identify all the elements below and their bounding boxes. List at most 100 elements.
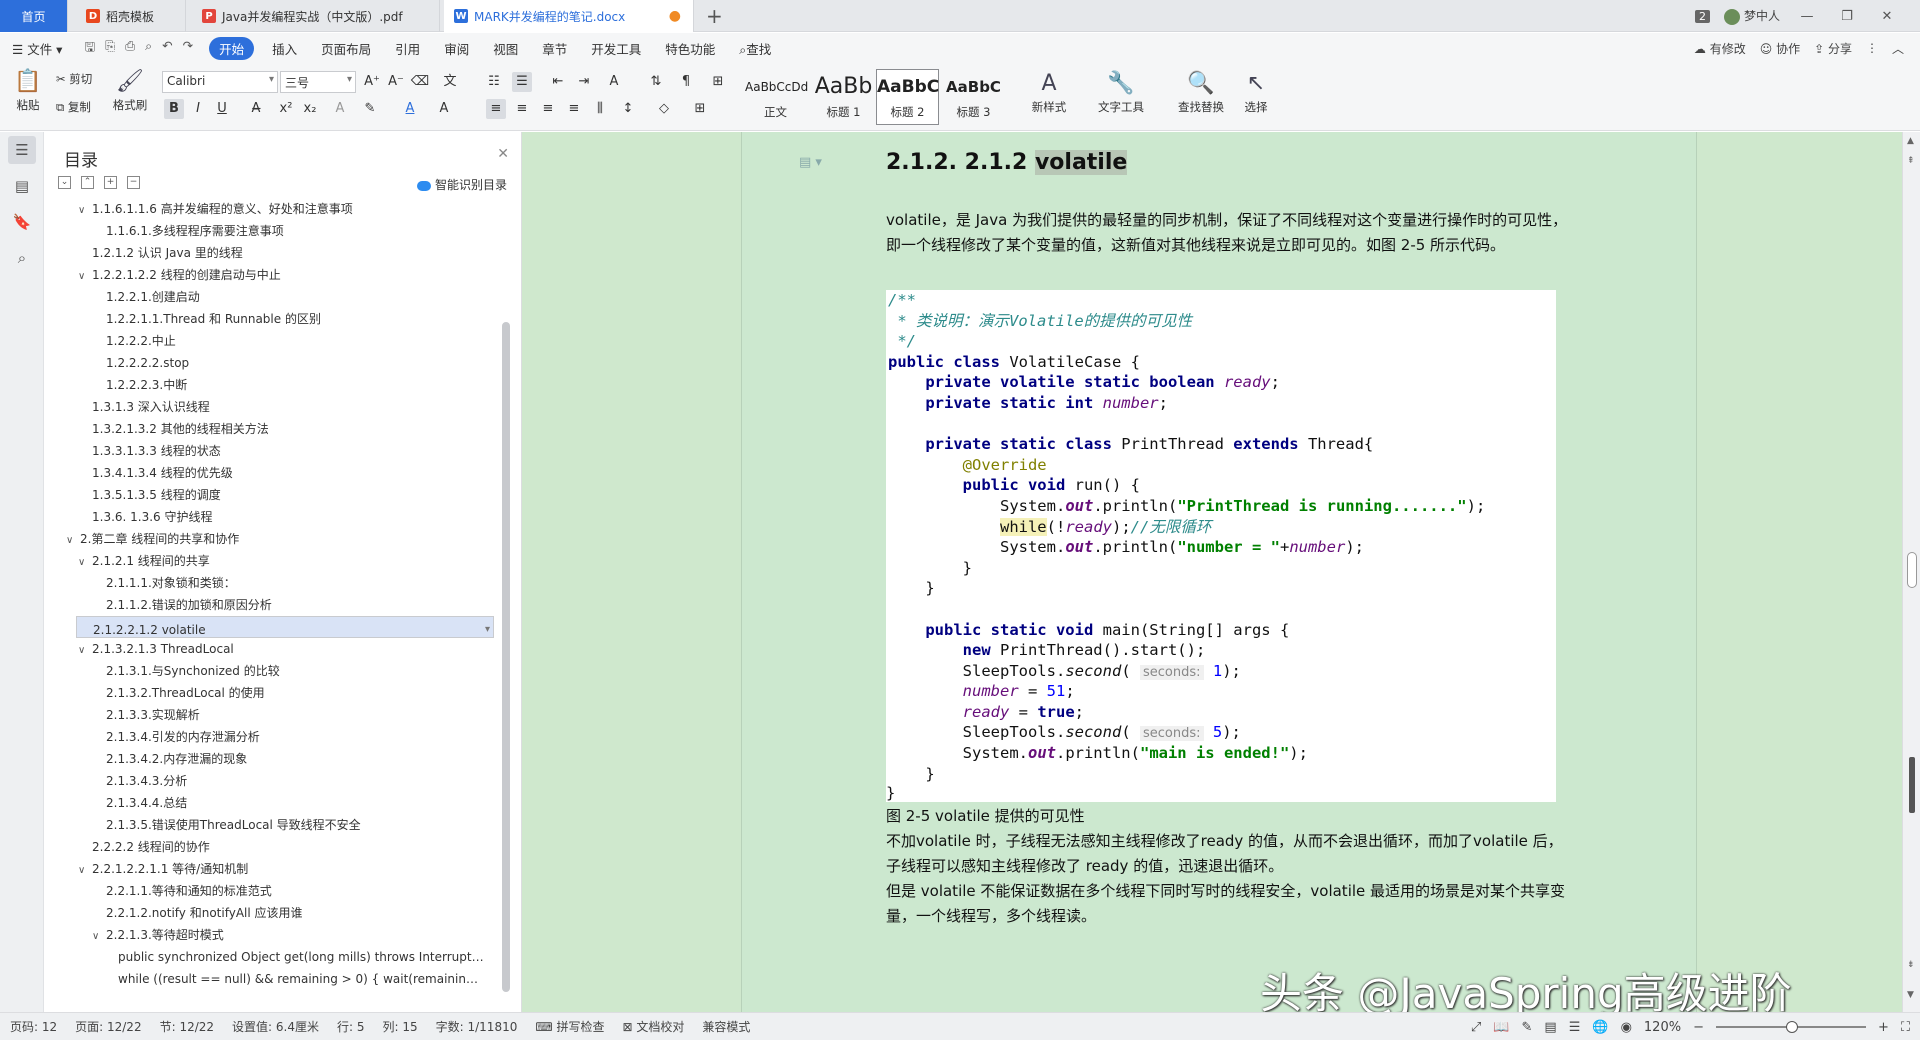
highlight-icon[interactable]: ✎ <box>360 99 380 119</box>
toc-item[interactable]: 1.3.2.1.3.2 其他的线程相关方法 <box>92 418 484 440</box>
chevron-down-icon[interactable]: ∨ <box>78 552 92 572</box>
find-replace-button[interactable]: 🔍 查找替换 <box>1170 69 1232 115</box>
toc-item[interactable]: 1.3.4.1.3.4 线程的优先级 <box>92 462 484 484</box>
toc-item[interactable]: while ((result == null) && remaining > 0… <box>118 968 484 990</box>
chevron-down-icon[interactable]: ∨ <box>92 926 106 946</box>
chevron-down-icon[interactable]: ∨ <box>78 860 92 880</box>
eye-protect-icon[interactable]: ◉ <box>1621 1020 1632 1035</box>
strikethrough-icon[interactable]: A̶ <box>246 99 266 119</box>
zoom-in-icon[interactable]: + <box>1878 1020 1889 1035</box>
paragraph-icon[interactable]: ¶ <box>676 72 696 92</box>
fit-icon[interactable]: ⛶ <box>1901 1020 1910 1035</box>
fullscreen-icon[interactable]: ⤢ <box>1471 1020 1481 1035</box>
superscript-icon[interactable]: x² <box>276 99 296 119</box>
toc-item[interactable]: 2.2.1.2.notify 和notifyAll 应该用谁 <box>106 902 484 924</box>
distribute-icon[interactable]: ⫼ <box>590 99 610 119</box>
numbering-icon[interactable]: ☰ <box>512 72 532 92</box>
scroll-down-icon[interactable]: ▼ <box>1907 990 1914 1000</box>
share-button[interactable]: ⇪ 分享 <box>1814 40 1852 57</box>
toc-item[interactable]: 1.3.6. 1.3.6 守护线程 <box>92 506 484 528</box>
toc-item[interactable]: 2.2.1.1.等待和通知的标准范式 <box>106 880 484 902</box>
expand-all-icon[interactable]: ⌃ <box>81 176 94 189</box>
menu-view[interactable]: 视图 <box>481 39 530 58</box>
toc-item[interactable]: 1.1.6.1.多线程程序需要注意事项 <box>106 220 484 242</box>
find-panel-icon[interactable]: ⌕ <box>8 244 36 272</box>
toc-item[interactable]: 1.2.2.1.创建启动 <box>106 286 484 308</box>
font-family-select[interactable]: Calibri <box>162 71 278 93</box>
chevron-down-icon[interactable]: ∨ <box>78 266 92 286</box>
text-tools-button[interactable]: 🔧 文字工具 <box>1090 69 1152 115</box>
maximize-button[interactable]: ❐ <box>1834 9 1860 24</box>
toc-item[interactable]: 2.1.2.2.1.2 volatile <box>76 616 494 638</box>
close-window-button[interactable]: ✕ <box>1874 9 1900 24</box>
more-icon[interactable]: ⋮ <box>1866 41 1878 55</box>
line-spacing-icon[interactable]: ↕ <box>618 99 638 119</box>
document-scrollbar[interactable]: ▲ ⇞ ⇟ ▼ <box>1902 132 1920 1012</box>
status-section[interactable]: 节: 12/22 <box>150 1018 214 1035</box>
italic-icon[interactable]: I <box>188 99 208 119</box>
collab-button[interactable]: ☺ 协作 <box>1760 40 1800 57</box>
doc-proofread-button[interactable]: ⊠ 文档校对 <box>613 1018 685 1035</box>
zoom-level[interactable]: 120% <box>1644 1020 1681 1035</box>
chevron-down-icon[interactable]: ∨ <box>78 200 92 220</box>
collapse-ribbon-icon[interactable]: ︿ <box>1892 40 1904 57</box>
grow-font-icon[interactable]: A⁺ <box>362 72 382 92</box>
menu-insert[interactable]: 插入 <box>260 39 309 58</box>
toc-item[interactable]: ∨ 2.1.2.1 线程间的共享 <box>78 550 484 572</box>
toc-item[interactable]: 2.1.3.4.4.总结 <box>106 792 484 814</box>
menu-developer[interactable]: 开发工具 <box>579 39 653 58</box>
toc-item[interactable]: 2.2.2.2 线程间的协作 <box>92 836 484 858</box>
table-icon[interactable]: ⊞ <box>708 72 728 92</box>
shrink-font-icon[interactable]: A⁻ <box>386 72 406 92</box>
justify-icon[interactable]: ≡ <box>564 99 584 119</box>
status-page[interactable]: 页面: 12/22 <box>65 1018 141 1035</box>
scroll-thumb[interactable] <box>1907 552 1917 588</box>
add-tab-button[interactable]: + <box>706 4 723 28</box>
toc-item[interactable]: 2.1.3.5.错误使用ThreadLocal 导致线程不安全 <box>106 814 484 836</box>
page-up-icon[interactable]: ⇞ <box>1907 156 1915 166</box>
remove-entry-icon[interactable]: − <box>127 176 140 189</box>
save-icon[interactable]: 🖫 <box>84 38 95 59</box>
char-border-icon[interactable]: A <box>434 99 454 119</box>
tab-docx[interactable]: W MARK并发编程的笔记.docx ● <box>444 0 694 32</box>
status-row[interactable]: 行: 5 <box>327 1018 365 1035</box>
toc-item[interactable]: 2.1.1.2.错误的加锁和原因分析 <box>106 594 484 616</box>
user-account[interactable]: 梦中人 <box>1723 7 1780 25</box>
status-setting[interactable]: 设置值: 6.4厘米 <box>222 1018 319 1035</box>
cut-button[interactable]: ✂ 剪切 <box>56 71 92 87</box>
toc-item[interactable]: 2.1.1.1.对象锁和类锁： <box>106 572 484 594</box>
new-style-button[interactable]: A 新样式 <box>1024 69 1074 115</box>
toc-item[interactable]: 1.2.2.2.2.stop <box>106 352 484 374</box>
status-page-code[interactable]: 页码: 12 <box>0 1018 57 1035</box>
page-down-icon[interactable]: ⇟ <box>1907 960 1915 970</box>
toc-panel-icon[interactable]: ☰ <box>8 136 36 164</box>
bookmark-panel-icon[interactable]: 🔖 <box>8 208 36 236</box>
tab-home[interactable]: 首页 <box>0 0 68 32</box>
underline-icon[interactable]: U <box>212 99 232 119</box>
format-painter-button[interactable]: 🖌 格式刷 <box>110 67 150 113</box>
style-heading-2[interactable]: AaBbC 标题 2 <box>876 69 939 125</box>
toc-item[interactable]: 1.2.2.1.1.Thread 和 Runnable 的区别 <box>106 308 484 330</box>
select-button[interactable]: ↖ 选择 <box>1236 69 1276 115</box>
toc-item[interactable]: ∨ 2.2.1.3.等待超时模式 <box>92 924 484 946</box>
toc-scrollbar[interactable] <box>502 322 510 992</box>
zoom-out-icon[interactable]: − <box>1693 1020 1704 1035</box>
outline-view-icon[interactable]: ☰ <box>1569 1020 1581 1035</box>
toc-item[interactable]: 1.2.1.2 认识 Java 里的线程 <box>92 242 484 264</box>
tab-templates[interactable]: D 稻壳模板 <box>76 0 186 32</box>
toc-item[interactable]: 1.2.2.2.中止 <box>106 330 484 352</box>
align-left-icon[interactable]: ≡ <box>486 99 506 119</box>
style-heading-3[interactable]: AaBbC 标题 3 <box>942 69 1005 125</box>
menu-references[interactable]: 引用 <box>383 39 432 58</box>
status-col[interactable]: 列: 15 <box>373 1018 418 1035</box>
font-color-icon[interactable]: A <box>400 99 420 119</box>
window-count-badge[interactable]: 2 <box>1694 9 1710 23</box>
print-icon[interactable]: ⎙ <box>125 38 135 59</box>
borders-icon[interactable]: ⊞ <box>690 99 710 119</box>
align-right-icon[interactable]: ≡ <box>538 99 558 119</box>
toc-item[interactable]: 1.2.2.2.3.中断 <box>106 374 484 396</box>
toc-item[interactable]: ∨ 2.第二章 线程间的共享和协作 <box>66 528 484 550</box>
font-size-select[interactable]: 三号 <box>280 71 356 93</box>
toc-item[interactable]: ∨ 1.2.2.1.2.2 线程的创建启动与中止 <box>78 264 484 286</box>
toc-item[interactable]: ∨ 2.1.3.2.1.3 ThreadLocal <box>78 638 484 660</box>
